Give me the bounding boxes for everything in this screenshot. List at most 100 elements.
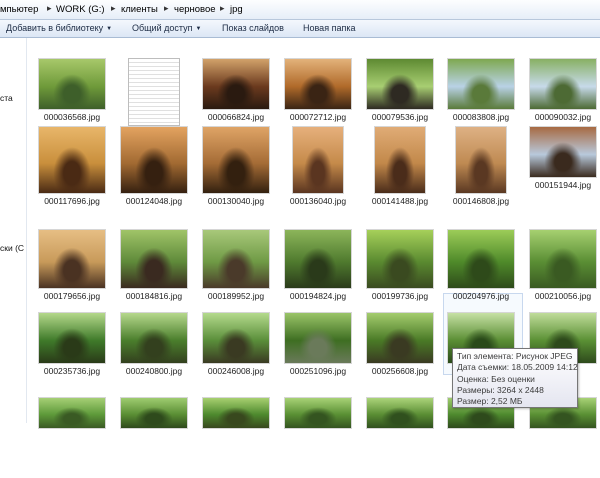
file-item[interactable]: 000204976.jpg bbox=[441, 230, 521, 310]
file-item[interactable]: 000194824.jpg bbox=[278, 230, 358, 310]
photo-thumbnail bbox=[285, 230, 351, 288]
breadcrumb-clients[interactable]: клиенты bbox=[121, 4, 158, 15]
file-name: 000256608.jpg bbox=[371, 366, 429, 376]
file-name: 000151944.jpg bbox=[534, 180, 592, 190]
photo-thumbnail bbox=[456, 127, 506, 193]
photo-thumbnail bbox=[121, 127, 187, 193]
file-name: 000136040.jpg bbox=[289, 196, 347, 206]
photo-thumbnail bbox=[375, 127, 425, 193]
file-name: 000066824.jpg bbox=[207, 112, 265, 122]
file-name: 000251096.jpg bbox=[289, 366, 347, 376]
nav-item-local-disk[interactable]: ски (C bbox=[0, 243, 24, 253]
photo-thumbnail bbox=[203, 127, 269, 193]
file-name: 000146808.jpg bbox=[452, 196, 510, 206]
chevron-right-icon[interactable]: ▸ bbox=[47, 3, 52, 14]
chevron-right-icon[interactable]: ▸ bbox=[220, 3, 225, 14]
file-name: 000240800.jpg bbox=[125, 366, 183, 376]
new-folder-button[interactable]: Новая папка bbox=[303, 23, 355, 33]
photo-thumbnail bbox=[129, 59, 179, 125]
photo-thumbnail bbox=[203, 59, 269, 109]
file-name: 000124048.jpg bbox=[125, 196, 183, 206]
breadcrumb-drive[interactable]: WORK (G:) bbox=[56, 4, 105, 15]
photo-thumbnail bbox=[530, 59, 596, 109]
share-button[interactable]: Общий доступ ▼ bbox=[132, 23, 201, 33]
file-item[interactable]: 000179656.jpg bbox=[32, 230, 112, 310]
file-item[interactable]: 000151944.jpg bbox=[523, 127, 600, 207]
breadcrumb-draft[interactable]: черновое bbox=[174, 4, 216, 15]
breadcrumb-computer[interactable]: мпьютер bbox=[0, 4, 38, 15]
file-name: 000090032.jpg bbox=[534, 112, 592, 122]
file-item[interactable]: 000235736.jpg bbox=[32, 313, 112, 393]
file-tooltip: Тип элемента: Рисунок JPEG Дата съемки: … bbox=[452, 348, 578, 408]
file-item[interactable]: 000130040.jpg bbox=[196, 127, 276, 207]
photo-thumbnail bbox=[121, 313, 187, 363]
file-item[interactable] bbox=[441, 398, 521, 478]
photo-thumbnail bbox=[285, 398, 351, 428]
photo-thumbnail bbox=[121, 230, 187, 288]
photo-thumbnail bbox=[203, 398, 269, 428]
photo-thumbnail bbox=[448, 230, 514, 288]
file-name: 000036568.jpg bbox=[43, 112, 101, 122]
file-name: 000117696.jpg bbox=[44, 196, 100, 206]
file-name: 000204976.jpg bbox=[452, 291, 510, 301]
tooltip-type: Тип элемента: Рисунок JPEG bbox=[457, 351, 573, 361]
file-item[interactable] bbox=[523, 398, 600, 478]
slideshow-button[interactable]: Показ слайдов bbox=[222, 23, 284, 33]
photo-thumbnail bbox=[367, 313, 433, 363]
file-name: 000083808.jpg bbox=[452, 112, 510, 122]
file-item[interactable]: 000189952.jpg bbox=[196, 230, 276, 310]
share-label: Общий доступ bbox=[132, 23, 193, 33]
file-name: 000194824.jpg bbox=[289, 291, 347, 301]
file-item[interactable]: 000184816.jpg bbox=[114, 230, 194, 310]
file-item[interactable]: 000210056.jpg bbox=[523, 230, 600, 310]
file-item[interactable]: 000124048.jpg bbox=[114, 127, 194, 207]
file-item[interactable]: 000246008.jpg bbox=[196, 313, 276, 393]
file-item[interactable]: 000146808.jpg bbox=[441, 127, 521, 207]
file-item[interactable]: 000240800.jpg bbox=[114, 313, 194, 393]
file-item[interactable] bbox=[196, 398, 276, 478]
file-name: 000235736.jpg bbox=[43, 366, 101, 376]
file-name: 000079536.jpg bbox=[371, 112, 429, 122]
file-item[interactable] bbox=[114, 398, 194, 478]
photo-thumbnail bbox=[39, 313, 105, 363]
tooltip-size: Размер: 2,52 МБ bbox=[457, 396, 523, 407]
breadcrumb-jpg[interactable]: jpg bbox=[230, 4, 243, 15]
photo-thumbnail bbox=[530, 230, 596, 288]
tooltip-date: Дата съемки: 18.05.2009 14:12 bbox=[457, 362, 578, 373]
file-name: 000072712.jpg bbox=[289, 112, 347, 122]
photo-thumbnail bbox=[367, 59, 433, 109]
file-name: 000199736.jpg bbox=[371, 291, 429, 301]
navigation-pane[interactable]: ста ски (C bbox=[0, 38, 27, 423]
photo-thumbnail bbox=[39, 59, 105, 109]
photo-thumbnail bbox=[39, 127, 105, 193]
file-item[interactable] bbox=[278, 398, 358, 478]
file-item[interactable]: 000136040.jpg bbox=[278, 127, 358, 207]
chevron-right-icon[interactable]: ▸ bbox=[111, 3, 116, 14]
photo-thumbnail bbox=[121, 398, 187, 428]
file-item[interactable]: 000117696.jpg bbox=[32, 127, 112, 207]
file-item[interactable] bbox=[360, 398, 440, 478]
add-to-library-button[interactable]: Добавить в библиотеку ▼ bbox=[6, 23, 112, 33]
file-name: 000210056.jpg bbox=[534, 291, 592, 301]
file-item[interactable]: 000251096.jpg bbox=[278, 313, 358, 393]
photo-thumbnail bbox=[293, 127, 343, 193]
address-bar[interactable]: мпьютер ▸ WORK (G:) ▸ клиенты ▸ черновое… bbox=[0, 0, 600, 20]
file-name: 000179656.jpg bbox=[43, 291, 101, 301]
photo-thumbnail bbox=[39, 230, 105, 288]
file-item[interactable]: 000256608.jpg bbox=[360, 313, 440, 393]
command-bar: Добавить в библиотеку ▼ Общий доступ ▼ Пок… bbox=[0, 20, 600, 38]
photo-thumbnail bbox=[285, 313, 351, 363]
photo-thumbnail bbox=[530, 127, 596, 177]
file-name: 000184816.jpg bbox=[125, 291, 183, 301]
nav-item-computer[interactable]: ста bbox=[0, 93, 13, 103]
photo-thumbnail bbox=[448, 59, 514, 109]
file-item[interactable] bbox=[32, 398, 112, 478]
chevron-right-icon[interactable]: ▸ bbox=[164, 3, 169, 14]
file-item[interactable]: 000199736.jpg bbox=[360, 230, 440, 310]
photo-thumbnail bbox=[203, 313, 269, 363]
file-item[interactable]: 000141488.jpg bbox=[360, 127, 440, 207]
photo-thumbnail bbox=[39, 398, 105, 428]
file-name: 000141488.jpg bbox=[371, 196, 429, 206]
file-name: 000130040.jpg bbox=[207, 196, 265, 206]
photo-thumbnail bbox=[203, 230, 269, 288]
